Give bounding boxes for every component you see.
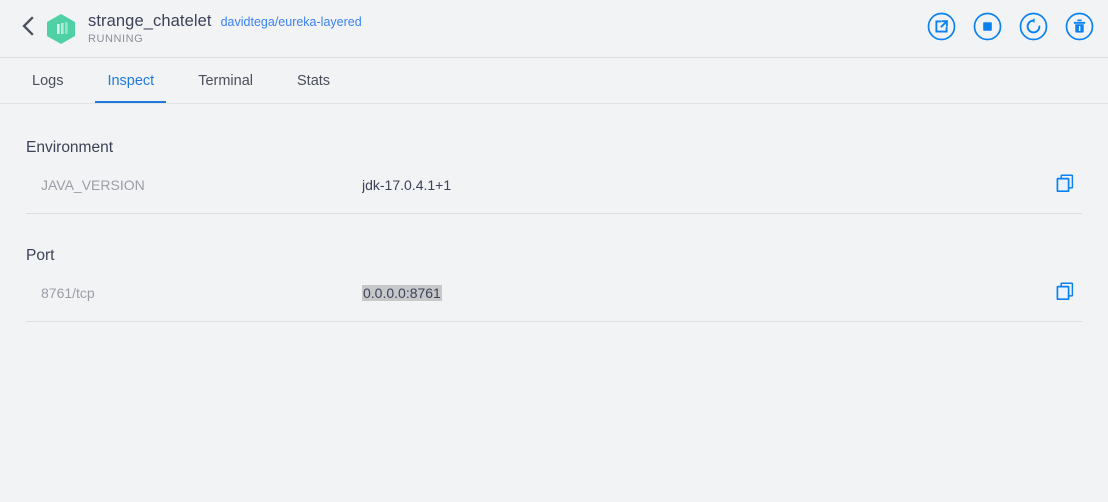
tab-stats[interactable]: Stats [275,58,352,103]
section-environment-title: Environment [26,139,114,156]
stop-square-icon [973,12,1002,46]
container-title-block: strange_chatelet davidtega/eureka-layere… [88,12,926,45]
inspect-content: Environment JAVA_VERSION jdk-17.0.4.1+1 … [0,104,1108,322]
container-cube-icon [46,13,76,45]
row-value: jdk-17.0.4.1+1 [362,177,452,193]
tab-logs-label: Logs [32,72,64,89]
tab-inspect-label: Inspect [107,72,155,89]
header-actions [926,12,1094,46]
external-link-icon [927,12,956,46]
copy-icon [1055,281,1075,306]
copy-button[interactable] [1052,280,1078,306]
tab-stats-label: Stats [297,72,331,89]
table-row: JAVA_VERSION jdk-17.0.4.1+1 [26,157,1082,214]
container-name: strange_chatelet [88,12,212,30]
title-row: strange_chatelet davidtega/eureka-layere… [88,12,926,31]
trash-icon [1065,12,1094,46]
restart-arrow-icon [1019,12,1048,46]
section-port: Port 8761/tcp 0.0.0.0:8761 [26,214,1082,322]
copy-icon [1055,173,1075,198]
delete-container-button[interactable] [1064,12,1094,46]
copy-button[interactable] [1052,172,1078,198]
stop-container-button[interactable] [972,12,1002,46]
tab-logs[interactable]: Logs [10,58,85,103]
container-status: RUNNING [88,33,144,45]
row-key: 8761/tcp [41,285,95,301]
container-image-link[interactable]: davidtega/eureka-layered [221,15,362,29]
table-row: 8761/tcp 0.0.0.0:8761 [26,265,1082,322]
chevron-left-icon [19,14,36,43]
section-port-title: Port [26,247,55,264]
tab-inspect[interactable]: Inspect [85,58,176,103]
tab-bar: Logs Inspect Terminal Stats [0,58,1108,104]
back-button[interactable] [10,12,44,46]
row-value-selected-text: 0.0.0.0:8761 [362,285,442,301]
tab-terminal[interactable]: Terminal [176,58,275,103]
open-in-browser-button[interactable] [926,12,956,46]
row-key: JAVA_VERSION [41,177,145,193]
row-value: 0.0.0.0:8761 [362,285,1052,301]
section-environment: Environment JAVA_VERSION jdk-17.0.4.1+1 [26,104,1082,214]
tab-terminal-label: Terminal [198,72,253,89]
container-header: strange_chatelet davidtega/eureka-layere… [0,0,1108,58]
restart-container-button[interactable] [1018,12,1048,46]
